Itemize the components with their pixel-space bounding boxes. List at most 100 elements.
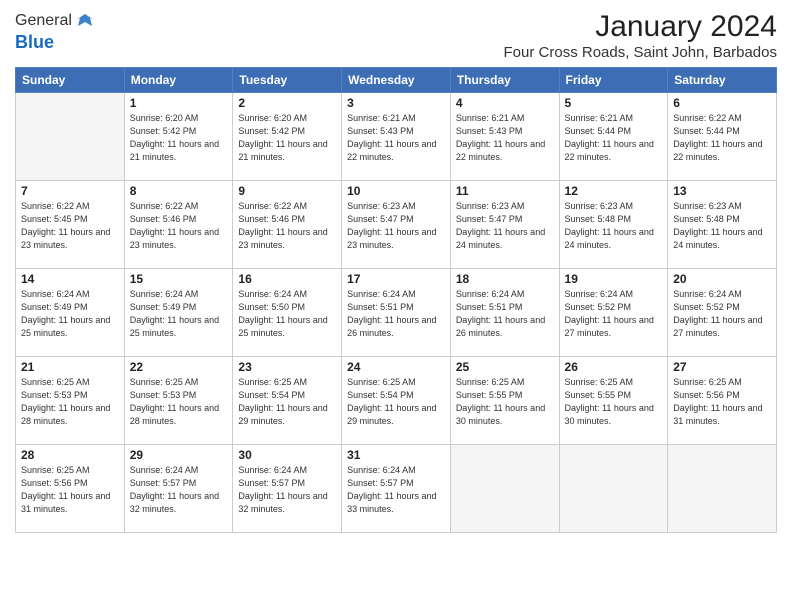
day-info: Sunrise: 6:25 AMSunset: 5:53 PMDaylight:… [130, 376, 228, 428]
calendar-day-cell: 3Sunrise: 6:21 AMSunset: 5:43 PMDaylight… [342, 93, 451, 181]
calendar-day-cell: 9 Sunrise: 6:22 AMSunset: 5:46 PMDaylight… [233, 181, 342, 269]
day-info: Sunrise: 6:24 AMSunset: 5:57 PMDaylight:… [238, 464, 336, 516]
day-number: 6 [673, 96, 771, 110]
day-number: 5 [565, 96, 663, 110]
day-info: Sunrise: 6:25 AMSunset: 5:54 PMDaylight:… [347, 376, 445, 428]
day-number: 13 [673, 184, 771, 198]
day-number: 17 [347, 272, 445, 286]
calendar-day-cell: 26 Sunrise: 6:25 AMSunset: 5:55 PMDayligh… [559, 357, 668, 445]
day-info: Sunrise: 6:25 AMSunset: 5:56 PMDaylight:… [673, 376, 771, 428]
weekday-header-cell: Saturday [668, 68, 777, 93]
logo-general-text: General [15, 12, 72, 30]
day-info: Sunrise: 6:24 AMSunset: 5:49 PMDaylight:… [130, 288, 228, 340]
day-number: 1 [130, 96, 228, 110]
calendar-day-cell: 20Sunrise: 6:24 AMSunset: 5:52 PMDayligh… [668, 269, 777, 357]
day-info: Sunrise: 6:24 AMSunset: 5:51 PMDaylight:… [456, 288, 554, 340]
calendar-day-cell: 30Sunrise: 6:24 AMSunset: 5:57 PMDayligh… [233, 445, 342, 533]
calendar-day-cell: 15 Sunrise: 6:24 AMSunset: 5:49 PMDayligh… [124, 269, 233, 357]
calendar-day-cell: 1 Sunrise: 6:20 AMSunset: 5:42 PMDaylight… [124, 93, 233, 181]
day-number: 7 [21, 184, 119, 198]
calendar-day-cell: 31 Sunrise: 6:24 AMSunset: 5:57 PMDayligh… [342, 445, 451, 533]
weekday-header-cell: Friday [559, 68, 668, 93]
day-number: 25 [456, 360, 554, 374]
day-info: Sunrise: 6:25 AMSunset: 5:53 PMDaylight:… [21, 376, 119, 428]
day-number: 14 [21, 272, 119, 286]
day-number: 8 [130, 184, 228, 198]
day-number: 15 [130, 272, 228, 286]
calendar-week-row: 1 Sunrise: 6:20 AMSunset: 5:42 PMDaylight… [16, 93, 777, 181]
day-number: 28 [21, 448, 119, 462]
day-info: Sunrise: 6:23 AMSunset: 5:48 PMDaylight:… [565, 200, 663, 252]
day-info: Sunrise: 6:20 AMSunset: 5:42 PMDaylight:… [238, 112, 336, 164]
weekday-header-cell: Tuesday [233, 68, 342, 93]
title-block: January 2024 Four Cross Roads, Saint Joh… [504, 10, 777, 61]
calendar-table: SundayMondayTuesdayWednesdayThursdayFrid… [15, 67, 777, 533]
calendar-day-cell: 18Sunrise: 6:24 AMSunset: 5:51 PMDayligh… [450, 269, 559, 357]
calendar-day-cell: 25Sunrise: 6:25 AMSunset: 5:55 PMDayligh… [450, 357, 559, 445]
calendar-day-cell [668, 445, 777, 533]
day-info: Sunrise: 6:20 AMSunset: 5:42 PMDaylight:… [130, 112, 228, 164]
calendar-day-cell: 24 Sunrise: 6:25 AMSunset: 5:54 PMDayligh… [342, 357, 451, 445]
header: General Blue January 2024 Four Cross Roa… [15, 10, 777, 61]
calendar-day-cell: 16Sunrise: 6:24 AMSunset: 5:50 PMDayligh… [233, 269, 342, 357]
day-info: Sunrise: 6:25 AMSunset: 5:55 PMDaylight:… [565, 376, 663, 428]
calendar-week-row: 21Sunrise: 6:25 AMSunset: 5:53 PMDayligh… [16, 357, 777, 445]
day-number: 4 [456, 96, 554, 110]
calendar-day-cell: 22 Sunrise: 6:25 AMSunset: 5:53 PMDayligh… [124, 357, 233, 445]
calendar-day-cell: 27 Sunrise: 6:25 AMSunset: 5:56 PMDayligh… [668, 357, 777, 445]
calendar-day-cell: 7 Sunrise: 6:22 AMSunset: 5:45 PMDaylight… [16, 181, 125, 269]
calendar-day-cell: 29 Sunrise: 6:24 AMSunset: 5:57 PMDayligh… [124, 445, 233, 533]
day-info: Sunrise: 6:25 AMSunset: 5:56 PMDaylight:… [21, 464, 119, 516]
day-number: 11 [456, 184, 554, 198]
day-number: 2 [238, 96, 336, 110]
day-info: Sunrise: 6:24 AMSunset: 5:57 PMDaylight:… [130, 464, 228, 516]
day-info: Sunrise: 6:22 AMSunset: 5:45 PMDaylight:… [21, 200, 119, 252]
calendar-day-cell: 21Sunrise: 6:25 AMSunset: 5:53 PMDayligh… [16, 357, 125, 445]
day-number: 23 [238, 360, 336, 374]
calendar-day-cell: 12Sunrise: 6:23 AMSunset: 5:48 PMDayligh… [559, 181, 668, 269]
weekday-header-cell: Monday [124, 68, 233, 93]
calendar-day-cell: 28 Sunrise: 6:25 AMSunset: 5:56 PMDayligh… [16, 445, 125, 533]
logo: General Blue [15, 10, 96, 53]
day-info: Sunrise: 6:24 AMSunset: 5:52 PMDaylight:… [565, 288, 663, 340]
day-number: 29 [130, 448, 228, 462]
calendar-day-cell: 8 Sunrise: 6:22 AMSunset: 5:46 PMDaylight… [124, 181, 233, 269]
calendar-week-row: 28 Sunrise: 6:25 AMSunset: 5:56 PMDayligh… [16, 445, 777, 533]
weekday-header-row: SundayMondayTuesdayWednesdayThursdayFrid… [16, 68, 777, 93]
calendar-body: 1 Sunrise: 6:20 AMSunset: 5:42 PMDaylight… [16, 93, 777, 533]
day-number: 24 [347, 360, 445, 374]
day-info: Sunrise: 6:23 AMSunset: 5:47 PMDaylight:… [347, 200, 445, 252]
calendar-day-cell [16, 93, 125, 181]
weekday-header-cell: Thursday [450, 68, 559, 93]
day-info: Sunrise: 6:22 AMSunset: 5:46 PMDaylight:… [238, 200, 336, 252]
calendar-day-cell: 10Sunrise: 6:23 AMSunset: 5:47 PMDayligh… [342, 181, 451, 269]
day-number: 22 [130, 360, 228, 374]
day-number: 26 [565, 360, 663, 374]
day-info: Sunrise: 6:24 AMSunset: 5:49 PMDaylight:… [21, 288, 119, 340]
month-title: January 2024 [504, 10, 777, 44]
location-text: Four Cross Roads, Saint John, Barbados [504, 44, 777, 61]
day-number: 27 [673, 360, 771, 374]
day-number: 20 [673, 272, 771, 286]
day-info: Sunrise: 6:21 AMSunset: 5:43 PMDaylight:… [456, 112, 554, 164]
calendar-day-cell: 4 Sunrise: 6:21 AMSunset: 5:43 PMDaylight… [450, 93, 559, 181]
day-number: 9 [238, 184, 336, 198]
day-info: Sunrise: 6:25 AMSunset: 5:54 PMDaylight:… [238, 376, 336, 428]
day-info: Sunrise: 6:24 AMSunset: 5:57 PMDaylight:… [347, 464, 445, 516]
calendar-week-row: 14 Sunrise: 6:24 AMSunset: 5:49 PMDayligh… [16, 269, 777, 357]
day-info: Sunrise: 6:22 AMSunset: 5:46 PMDaylight:… [130, 200, 228, 252]
day-number: 31 [347, 448, 445, 462]
calendar-day-cell: 17 Sunrise: 6:24 AMSunset: 5:51 PMDayligh… [342, 269, 451, 357]
day-info: Sunrise: 6:24 AMSunset: 5:51 PMDaylight:… [347, 288, 445, 340]
calendar-week-row: 7 Sunrise: 6:22 AMSunset: 5:45 PMDaylight… [16, 181, 777, 269]
calendar-day-cell: 23 Sunrise: 6:25 AMSunset: 5:54 PMDayligh… [233, 357, 342, 445]
day-info: Sunrise: 6:23 AMSunset: 5:47 PMDaylight:… [456, 200, 554, 252]
weekday-header-cell: Wednesday [342, 68, 451, 93]
day-info: Sunrise: 6:21 AMSunset: 5:44 PMDaylight:… [565, 112, 663, 164]
calendar-day-cell: 14 Sunrise: 6:24 AMSunset: 5:49 PMDayligh… [16, 269, 125, 357]
day-number: 3 [347, 96, 445, 110]
logo-bird-icon [74, 10, 96, 32]
logo-blue-text: Blue [15, 32, 54, 52]
calendar-day-cell: 11 Sunrise: 6:23 AMSunset: 5:47 PMDayligh… [450, 181, 559, 269]
day-number: 19 [565, 272, 663, 286]
